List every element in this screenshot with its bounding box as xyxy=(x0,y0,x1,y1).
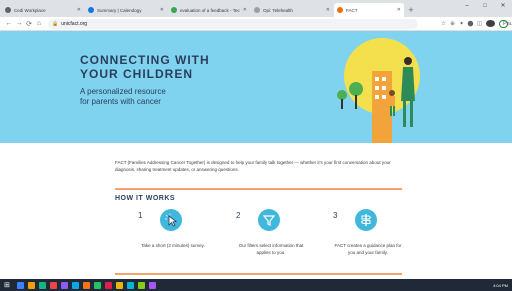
reload-button[interactable]: ⟳ xyxy=(24,20,34,28)
intro-paragraph: FACT (Families Addressing Cancer Togethe… xyxy=(115,160,391,172)
divider xyxy=(115,188,402,190)
favicon xyxy=(254,7,260,13)
step-description: FACT creates a guidance plan for you and… xyxy=(334,243,402,255)
taskbar-app-icon[interactable] xyxy=(149,281,156,289)
tab-label: Summary | Calendogy xyxy=(97,7,142,13)
tab-strip: Cedi Workplace ✕ Summary | Calendogy ✕ e… xyxy=(0,0,512,17)
close-icon[interactable]: ✕ xyxy=(326,7,330,13)
system-tray: 4:04 PM xyxy=(490,283,512,288)
step-number: 3 xyxy=(333,211,338,220)
how-it-works-heading: HOW IT WORKS xyxy=(115,195,176,202)
tab-fact[interactable]: FACT ✕ xyxy=(334,3,404,17)
home-button[interactable]: ⌂ xyxy=(34,20,44,27)
close-window-button[interactable]: ✕ xyxy=(494,0,512,12)
extension-icon[interactable]: ✦ xyxy=(457,21,466,27)
hero-subtitle: A personalized resource for parents with… xyxy=(80,87,166,106)
profile-avatar[interactable] xyxy=(486,20,495,27)
forward-button[interactable]: → xyxy=(14,20,24,27)
taskbar-app-icon[interactable] xyxy=(127,281,134,289)
step-description: Take a short (2 minutes) survey. xyxy=(141,243,205,248)
start-button[interactable]: ⊞ xyxy=(4,281,13,289)
step-2: 2 Our filters select information that ap… xyxy=(236,209,326,269)
page-viewport: CONNECTING WITH YOUR CHILDREN A personal… xyxy=(0,31,512,279)
lock-icon: 🔒 xyxy=(52,20,59,27)
close-icon[interactable]: ✕ xyxy=(160,7,164,13)
extension-icon[interactable]: ⊕ xyxy=(448,21,457,27)
favicon xyxy=(88,7,94,13)
taskbar-app-icon[interactable] xyxy=(61,281,68,289)
window-controls: – □ ✕ xyxy=(458,0,512,12)
extension-icon[interactable]: ⬤ xyxy=(466,21,475,27)
step-number: 1 xyxy=(138,211,143,220)
tab-cedi[interactable]: Cedi Workplace ✕ xyxy=(2,3,84,17)
address-bar[interactable]: 🔒 unicfact.org xyxy=(48,18,418,29)
url-text: unicfact.org xyxy=(61,20,88,27)
close-icon[interactable]: ✕ xyxy=(77,7,81,13)
extensions: ☆ ⊕ ✦ ⬤ ◫ Paused xyxy=(439,19,512,28)
taskbar: ⊞ 4:04 PM xyxy=(0,279,512,291)
family-illustration xyxy=(337,38,420,143)
step-number: 2 xyxy=(236,211,241,220)
step-description: Our filters select information that appl… xyxy=(238,243,304,255)
signpost-icon xyxy=(355,209,377,231)
taskbar-app-icon[interactable] xyxy=(50,281,57,289)
taskbar-app-icon[interactable] xyxy=(72,281,79,289)
taskbar-apps xyxy=(17,281,160,289)
tab-telehealth[interactable]: Opi: Telehealth ✕ xyxy=(251,3,333,17)
taskbar-app-icon[interactable] xyxy=(138,281,145,289)
browser-window: Cedi Workplace ✕ Summary | Calendogy ✕ e… xyxy=(0,0,512,291)
cursor-click-icon xyxy=(160,209,182,231)
taskbar-app-icon[interactable] xyxy=(105,281,112,289)
step-1: 1 Take a short (2 minutes) survey. xyxy=(138,209,228,269)
tab-label: FACT xyxy=(346,7,358,13)
taskbar-app-icon[interactable] xyxy=(39,281,46,289)
clock-text[interactable]: 4:04 PM xyxy=(493,283,508,288)
paused-button[interactable]: Paused xyxy=(499,19,512,28)
divider xyxy=(115,273,402,275)
close-icon[interactable]: ✕ xyxy=(243,7,247,13)
funnel-icon xyxy=(258,209,280,231)
taskbar-app-icon[interactable] xyxy=(94,281,101,289)
bookmark-star-icon[interactable]: ☆ xyxy=(439,21,448,27)
tab-label: Opi: Telehealth xyxy=(263,7,293,13)
taskbar-app-icon[interactable] xyxy=(83,281,90,289)
browser-toolbar: ← → ⟳ ⌂ 🔒 unicfact.org ☆ ⊕ ✦ ⬤ ◫ Paused xyxy=(0,17,512,31)
tab-label: evaluation of a feedback - Tec xyxy=(180,7,240,13)
favicon xyxy=(171,7,177,13)
hero-banner: CONNECTING WITH YOUR CHILDREN A personal… xyxy=(0,31,512,143)
taskbar-app-icon[interactable] xyxy=(17,281,24,289)
favicon xyxy=(5,7,11,13)
tab-label: Cedi Workplace xyxy=(14,7,46,13)
taskbar-app-icon[interactable] xyxy=(28,281,35,289)
new-tab-button[interactable]: + xyxy=(405,3,417,17)
tab-evaluation[interactable]: evaluation of a feedback - Tec ✕ xyxy=(168,3,250,17)
tab-summary[interactable]: Summary | Calendogy ✕ xyxy=(85,3,167,17)
taskbar-app-icon[interactable] xyxy=(116,281,123,289)
minimize-button[interactable]: – xyxy=(458,0,476,12)
back-button[interactable]: ← xyxy=(4,20,14,27)
close-icon[interactable]: ✕ xyxy=(397,7,401,13)
extension-icon[interactable]: ◫ xyxy=(475,21,484,27)
hero-title: CONNECTING WITH YOUR CHILDREN xyxy=(80,53,210,81)
favicon xyxy=(337,7,343,13)
maximize-button[interactable]: □ xyxy=(476,0,494,12)
step-3: 3 FACT creates a guidance plan for you a… xyxy=(333,209,423,269)
